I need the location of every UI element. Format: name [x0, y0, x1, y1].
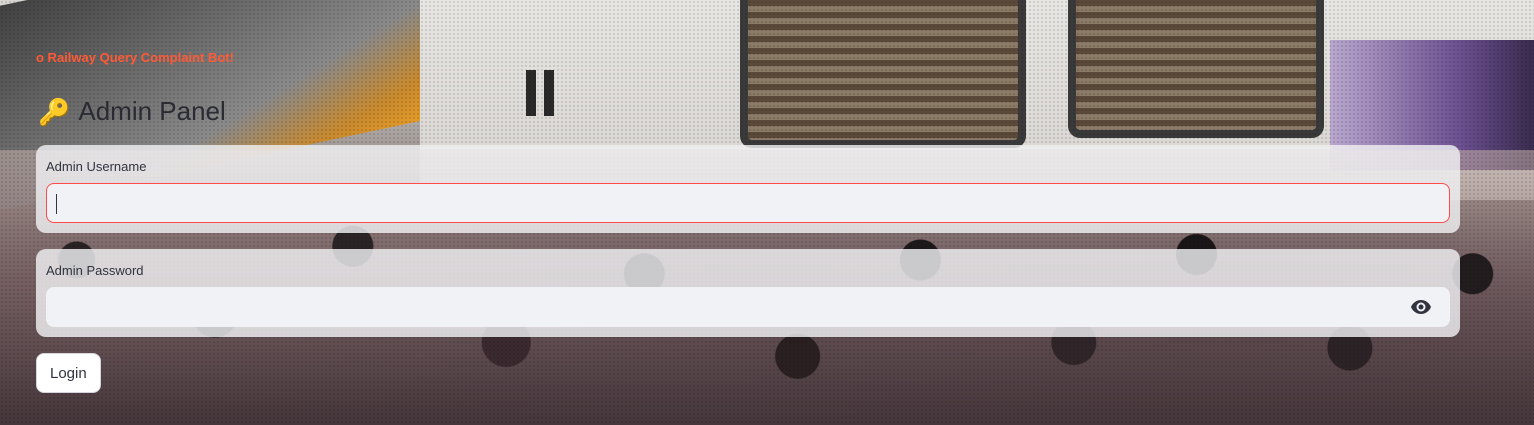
password-input[interactable]: [46, 287, 1450, 327]
username-field-card: Admin Username: [36, 145, 1460, 233]
password-label: Admin Password: [46, 263, 144, 278]
login-button[interactable]: Login: [36, 353, 101, 393]
password-input-wrapper: [46, 287, 1450, 327]
username-input[interactable]: [47, 184, 1449, 222]
page-title-text: Admin Panel: [78, 96, 226, 126]
eye-icon: [1411, 300, 1431, 314]
page-title: 🔑 Admin Panel: [38, 96, 226, 127]
password-field-card: Admin Password: [36, 249, 1460, 337]
key-icon: 🔑: [38, 96, 71, 127]
text-caret: [56, 194, 57, 214]
bot-title: o Railway Query Complaint Bot!: [36, 50, 234, 65]
show-password-button[interactable]: [1410, 297, 1432, 317]
username-label: Admin Username: [46, 159, 147, 174]
username-input-wrapper: [46, 183, 1450, 223]
